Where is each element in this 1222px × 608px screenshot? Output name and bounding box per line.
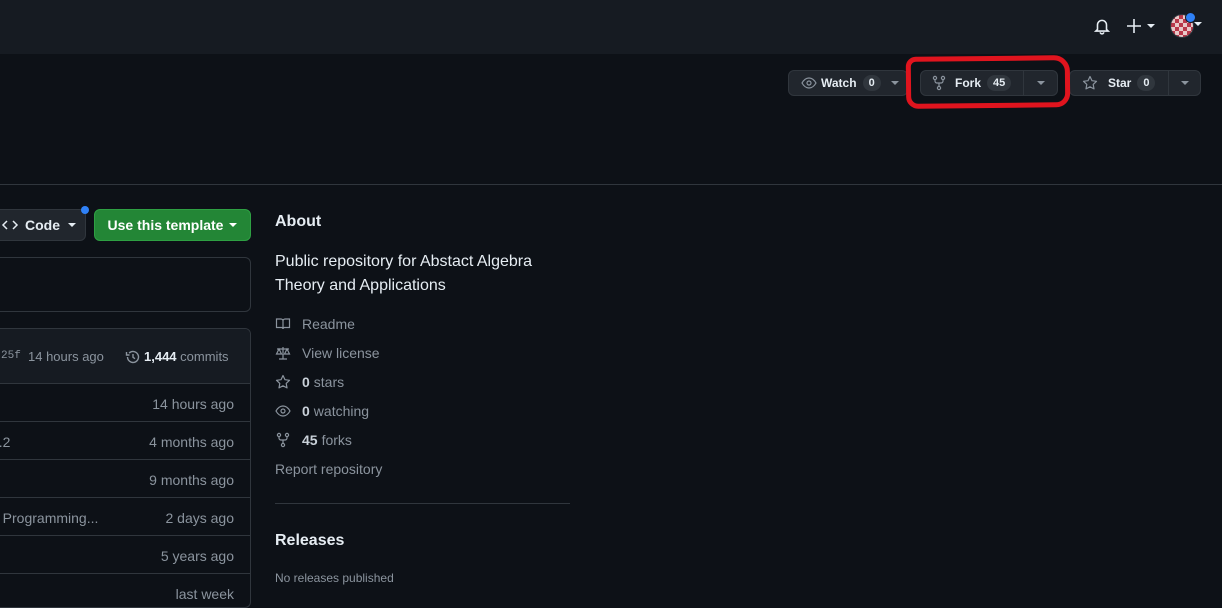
file-time: 2 days ago bbox=[165, 510, 235, 526]
use-template-button[interactable]: Use this template bbox=[94, 209, 251, 241]
commit-count: 1,444 bbox=[144, 349, 177, 364]
notification-dot bbox=[81, 206, 89, 214]
watch-main[interactable]: Watch 0 bbox=[789, 71, 881, 95]
plus-icon[interactable] bbox=[1124, 15, 1160, 37]
annotation-highlight bbox=[905, 55, 1071, 109]
code-button[interactable]: Code bbox=[0, 209, 86, 241]
watch-button[interactable]: Watch 0 bbox=[788, 70, 908, 96]
file-list: 25f 14 hours ago 1,444 commits 14 hours … bbox=[0, 328, 251, 608]
bell-icon[interactable] bbox=[1093, 17, 1111, 35]
about-heading: About bbox=[275, 213, 322, 230]
fork-icon bbox=[276, 432, 290, 448]
history-icon bbox=[125, 350, 140, 364]
watching-word: watching bbox=[313, 403, 370, 419]
star-button[interactable]: Star 0 bbox=[1069, 70, 1201, 96]
report-label: Report repository bbox=[275, 461, 383, 477]
star-main[interactable]: Star 0 bbox=[1070, 71, 1168, 95]
code-label: Code bbox=[25, 217, 60, 233]
releases-heading[interactable]: Releases bbox=[275, 532, 344, 550]
no-releases-text: No releases published bbox=[275, 571, 394, 585]
chevron-down-icon bbox=[68, 223, 76, 227]
book-icon bbox=[275, 318, 291, 330]
chevron-down-icon bbox=[890, 81, 899, 85]
file-time: 9 months ago bbox=[149, 472, 234, 488]
table-row[interactable]: 9 months ago bbox=[0, 460, 250, 498]
star-icon bbox=[275, 374, 291, 389]
star-icon bbox=[1082, 75, 1098, 90]
readme-label: Readme bbox=[302, 316, 355, 332]
clone-panel bbox=[0, 257, 251, 312]
watch-dropdown[interactable] bbox=[881, 71, 909, 95]
commit-time: 14 hours ago bbox=[28, 349, 104, 364]
license-label: View license bbox=[302, 345, 380, 361]
section-divider bbox=[275, 503, 570, 504]
table-row[interactable]: 5 years ago bbox=[0, 536, 250, 574]
table-row[interactable]: last week bbox=[0, 574, 250, 607]
file-name[interactable]: e Programming... bbox=[0, 510, 98, 526]
eye-icon bbox=[801, 77, 817, 89]
file-time: 14 hours ago bbox=[152, 396, 234, 412]
forks-count: 45 bbox=[302, 432, 318, 448]
forks-link[interactable]: 45 forks bbox=[275, 430, 352, 450]
table-row[interactable]: e Programming... 2 days ago bbox=[0, 498, 250, 536]
chevron-down-icon[interactable] bbox=[1194, 22, 1202, 26]
file-time: last week bbox=[175, 586, 234, 602]
watching-count: 0 bbox=[302, 403, 310, 419]
stars-link[interactable]: 0 stars bbox=[275, 372, 344, 392]
top-navbar bbox=[0, 0, 1222, 54]
file-time: 4 months ago bbox=[149, 434, 234, 450]
chevron-down-icon bbox=[229, 223, 238, 227]
readme-link[interactable]: Readme bbox=[275, 314, 355, 334]
file-name[interactable]: 3.2 bbox=[0, 434, 10, 450]
eye-icon bbox=[275, 405, 291, 417]
forks-word: forks bbox=[321, 432, 352, 448]
commits-word: commits bbox=[180, 349, 229, 364]
code-icon bbox=[1, 220, 19, 230]
watch-label: Watch bbox=[821, 76, 857, 90]
star-label: Star bbox=[1108, 76, 1132, 90]
license-link[interactable]: View license bbox=[275, 343, 380, 363]
commit-hash[interactable]: 25f bbox=[1, 350, 21, 362]
star-dropdown[interactable] bbox=[1169, 71, 1200, 95]
report-repository-link[interactable]: Report repository bbox=[275, 459, 382, 479]
stars-word: stars bbox=[313, 374, 345, 390]
chevron-down-icon bbox=[1180, 81, 1189, 85]
star-count: 0 bbox=[1137, 75, 1156, 91]
file-time: 5 years ago bbox=[160, 548, 234, 564]
table-row[interactable]: 14 hours ago bbox=[0, 384, 250, 422]
watch-count: 0 bbox=[862, 75, 881, 91]
template-label: Use this template bbox=[107, 217, 224, 233]
latest-commit-bar: 25f 14 hours ago 1,444 commits bbox=[0, 329, 250, 384]
scale-icon bbox=[275, 347, 291, 360]
watching-link[interactable]: 0 watching bbox=[275, 401, 369, 421]
commits-link[interactable]: 1,444 commits bbox=[144, 349, 229, 364]
repo-description: Public repository for Abstact Algebra Th… bbox=[275, 253, 533, 294]
table-row[interactable]: 3.2 4 months ago bbox=[0, 422, 250, 460]
stars-count: 0 bbox=[302, 374, 310, 390]
